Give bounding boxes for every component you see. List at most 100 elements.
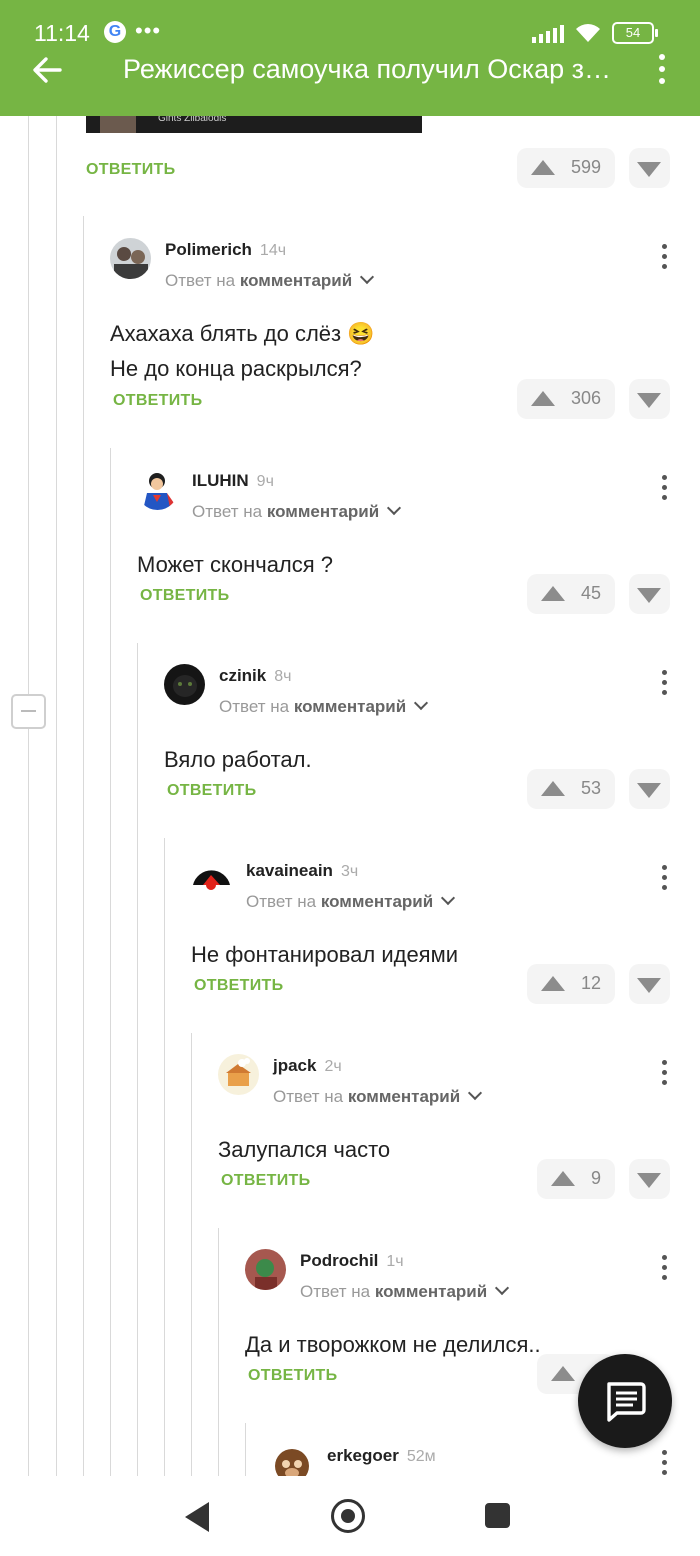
downvote-button[interactable] — [629, 769, 670, 809]
avatar[interactable] — [245, 1249, 286, 1290]
reply-button[interactable]: ОТВЕТИТЬ — [140, 587, 229, 605]
avatar[interactable] — [164, 664, 205, 705]
triangle-down-icon — [637, 1173, 661, 1188]
upvote-button[interactable]: 306 — [517, 379, 615, 419]
comment-text: Может скончался ? — [137, 552, 334, 577]
reply-button[interactable]: ОТВЕТИТЬ — [194, 977, 283, 995]
comment-text: Не фонтанировал идеями — [191, 942, 459, 967]
downvote-button[interactable] — [629, 379, 670, 419]
triangle-up-icon — [551, 1171, 575, 1186]
downvote-button[interactable] — [629, 148, 670, 188]
triangle-up-icon — [541, 781, 565, 796]
reply-to[interactable]: Ответ на комментарий — [219, 695, 429, 717]
reply-to[interactable]: Ответ на комментарий — [192, 500, 402, 522]
image-thumbnail — [100, 116, 136, 133]
chevron-down-icon — [495, 1280, 510, 1296]
nav-back-icon[interactable] — [185, 1502, 209, 1532]
post-image[interactable]: Gints Zilbalodis — [86, 116, 422, 133]
triangle-down-icon — [637, 783, 661, 798]
comment-time: 2ч — [324, 1058, 342, 1075]
thread-line — [164, 838, 165, 1476]
username[interactable]: jpack 2ч — [273, 1056, 342, 1076]
triangle-up-icon — [531, 160, 555, 175]
downvote-button[interactable] — [629, 1159, 670, 1199]
more-vert-icon[interactable] — [650, 54, 674, 86]
comment-time: 14ч — [259, 242, 287, 259]
system-nav-bar — [0, 1476, 700, 1556]
reply-button[interactable]: ОТВЕТИТЬ — [248, 1367, 337, 1385]
triangle-up-icon — [531, 391, 555, 406]
battery-icon: 54 — [612, 22, 658, 44]
vote-count: 306 — [570, 388, 601, 408]
chevron-down-icon — [414, 695, 429, 711]
image-caption: Gints Zilbalodis — [158, 116, 227, 124]
downvote-button[interactable] — [629, 574, 670, 614]
thread-line — [28, 116, 29, 1476]
downvote-button[interactable] — [629, 964, 670, 1004]
reply-button[interactable]: ОТВЕТИТЬ — [113, 392, 202, 410]
upvote-button[interactable]: 45 — [527, 574, 615, 614]
vote-count: 53 — [580, 778, 601, 798]
username[interactable]: Polimerich 14ч — [165, 240, 286, 260]
chevron-down-icon — [468, 1085, 483, 1101]
comment-time: 3ч — [340, 863, 359, 880]
thread-line — [137, 643, 138, 1476]
more-vert-icon[interactable] — [659, 1060, 669, 1090]
more-vert-icon[interactable] — [659, 865, 669, 895]
comment-text: Ахахаха блять до слёз 😆 Не до конца раск… — [110, 321, 375, 381]
reply-button[interactable]: ОТВЕТИТЬ — [167, 782, 256, 800]
vote-count: 12 — [580, 973, 601, 993]
status-icons: 54 — [532, 22, 658, 44]
vote-count: 9 — [590, 1168, 601, 1188]
avatar[interactable] — [137, 469, 178, 510]
triangle-up-icon — [541, 586, 565, 601]
upvote-button[interactable]: 53 — [527, 769, 615, 809]
chevron-down-icon — [360, 269, 375, 285]
nav-recents-icon[interactable] — [485, 1503, 510, 1528]
comment-fab[interactable] — [578, 1354, 672, 1448]
upvote-button[interactable]: 9 — [537, 1159, 615, 1199]
triangle-up-icon — [551, 1366, 575, 1381]
thread-line — [110, 448, 111, 1476]
thread-line — [191, 1033, 192, 1476]
thread-line — [218, 1228, 219, 1476]
username[interactable]: erkegoer 52м — [327, 1446, 436, 1466]
avatar[interactable] — [191, 859, 232, 900]
reply-button[interactable]: ОТВЕТИТЬ — [221, 1172, 310, 1190]
more-vert-icon[interactable] — [659, 475, 669, 505]
reply-to[interactable]: Ответ на комментарий — [300, 1280, 510, 1302]
triangle-down-icon — [637, 162, 661, 177]
username[interactable]: ILUHIN 9ч — [192, 471, 274, 491]
reply-to[interactable]: Ответ на комментарий — [273, 1085, 483, 1107]
avatar[interactable] — [218, 1054, 259, 1095]
comment-time: 1ч — [386, 1253, 404, 1270]
vote-count: 45 — [580, 583, 601, 603]
username[interactable]: Podrochil 1ч — [300, 1251, 404, 1271]
comment-text: Вяло работал. — [164, 747, 312, 772]
nav-home-icon[interactable] — [331, 1499, 365, 1533]
reply-to[interactable]: Ответ на комментарий — [165, 269, 375, 291]
reply-to[interactable]: Ответ на комментарий — [246, 890, 456, 912]
more-vert-icon[interactable] — [659, 244, 669, 274]
more-vert-icon[interactable] — [659, 670, 669, 700]
page-title: Режиссер самоучка получил Оскар за фильм… — [123, 54, 613, 84]
username[interactable]: czinik 8ч — [219, 666, 291, 686]
username[interactable]: kavaineain 3ч — [246, 861, 358, 881]
reply-button[interactable]: ОТВЕТИТЬ — [86, 161, 175, 179]
avatar[interactable] — [110, 238, 151, 279]
comment-time: 8ч — [274, 668, 292, 685]
more-vert-icon[interactable] — [659, 1450, 669, 1476]
avatar[interactable] — [272, 1444, 313, 1476]
more-vert-icon[interactable] — [659, 1255, 669, 1285]
signal-icon — [532, 23, 564, 43]
app-bar: 11:14 G ••• 54 Режиссер самоучка получил… — [0, 0, 700, 116]
arrow-left-icon[interactable] — [30, 52, 66, 88]
minus-box-icon[interactable] — [11, 694, 46, 729]
comment-time: 9ч — [256, 473, 274, 490]
thread-line — [245, 1423, 246, 1476]
upvote-button[interactable]: 599 — [517, 148, 615, 188]
upvote-button[interactable]: 12 — [527, 964, 615, 1004]
triangle-up-icon — [541, 976, 565, 991]
google-icon: G — [104, 21, 126, 43]
comment-text: Залупался часто — [218, 1137, 391, 1162]
